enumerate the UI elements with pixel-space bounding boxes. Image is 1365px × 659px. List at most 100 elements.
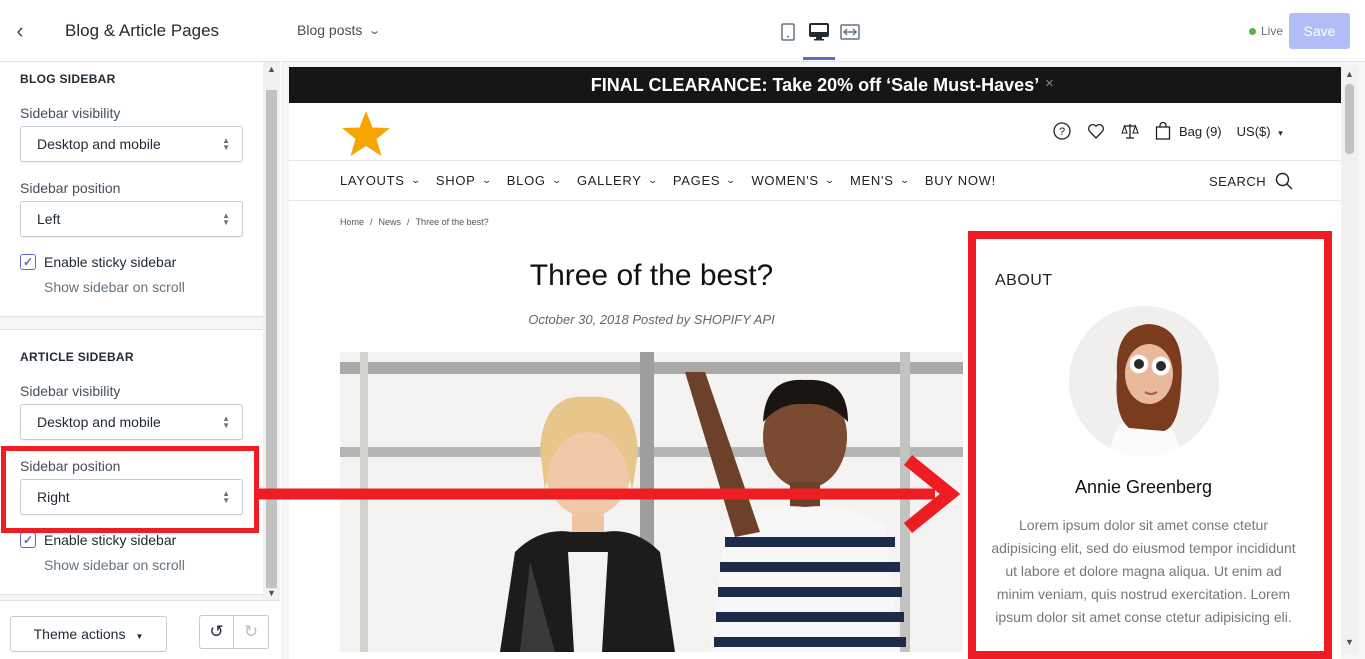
scroll-down-arrow-icon[interactable]: ▼ [1345,637,1354,647]
search-label: SEARCH [1209,173,1267,189]
article-sticky-checkbox[interactable]: ✓ Enable sticky sidebar [20,532,176,548]
fullscreen-view-button[interactable] [837,20,863,44]
breadcrumb-news[interactable]: News [379,217,402,227]
chevron-down-icon: ⌄ [551,175,563,185]
desktop-icon [809,23,829,41]
about-sidebar-highlight [968,231,1332,659]
chevron-down-icon: ⌄ [646,175,659,185]
scroll-up-arrow-icon[interactable]: ▲ [1345,69,1354,79]
search-button[interactable]: SEARCH [1209,172,1293,190]
page-select-label: Blog posts [297,22,363,38]
scroll-down-arrow-icon[interactable]: ▼ [267,588,276,598]
select-arrows-icon: ▲ ▼ [222,136,230,152]
active-device-indicator [803,57,835,60]
search-icon [1275,172,1293,190]
chevron-down-icon: ⌄ [824,175,836,185]
blog-sticky-checkbox[interactable]: ✓ Enable sticky sidebar [20,254,176,270]
breadcrumb-home[interactable]: Home [340,217,364,227]
checkmark-icon: ✓ [20,254,36,270]
post-meta: October 30, 2018 Posted by SHOPIFY API [528,312,775,327]
mobile-icon [781,23,795,41]
back-button[interactable]: ‹ [0,0,40,62]
theme-actions-label: Theme actions [33,626,126,642]
theme-actions-button[interactable]: Theme actions ▼ [10,616,167,652]
compare-scale-icon[interactable] [1121,122,1139,140]
shopping-bag-icon [1155,122,1171,140]
blog-position-value: Left [37,211,61,227]
help-circle-icon[interactable]: ? [1053,122,1071,140]
blog-position-select[interactable]: Left ▲ ▼ [20,201,243,237]
nav-item-label: LAYOUTS [340,173,405,188]
nav-item[interactable]: SHOP ⌄ [435,173,493,188]
section-divider [0,316,263,330]
chevron-down-icon: ⌄ [368,24,382,37]
nav-items: LAYOUTS ⌄ SHOP ⌄ BLOG ⌄ GALLERY ⌄ PAGES ⌄ WOMEN'S ⌄… [340,173,1012,188]
article-visibility-label: Sidebar visibility [20,383,121,399]
nav-item-label: SHOP [435,173,476,188]
theme-editor-sidebar: ‹ Blog & Article Pages BLOG SIDEBAR Side… [0,0,280,659]
post-title: Three of the best? [529,259,774,292]
chevron-down-icon: ⌄ [409,175,422,185]
blog-sticky-label: Enable sticky sidebar [44,254,177,270]
nav-item[interactable]: WOMEN'S ⌄ [751,173,834,188]
blog-visibility-select[interactable]: Desktop and mobile ▲ ▼ [20,126,243,162]
undo-redo-group: ↺ ↻ [199,615,269,649]
article-sidebar-heading: ARTICLE SIDEBAR [20,350,134,364]
nav-item[interactable]: BUY NOW! [925,173,996,188]
close-icon[interactable]: × [1045,75,1054,92]
article-sticky-help: Show sidebar on scroll [44,557,185,573]
currency-selector[interactable]: US($) ▾ [1237,124,1283,139]
checkmark-icon: ✓ [20,532,36,548]
editor-title: Blog & Article Pages [65,20,220,40]
preview-scrollbar-thumb[interactable] [1345,84,1354,154]
chevron-down-icon: ▾ [1278,127,1283,138]
undo-button[interactable]: ↺ [199,615,234,649]
star-logo[interactable] [339,109,393,159]
nav-item-label: BUY NOW! [924,173,996,188]
breadcrumb: Home / News / Three of the best? [340,217,489,227]
svg-text:?: ? [1059,126,1065,138]
blog-sticky-help: Show sidebar on scroll [44,279,185,295]
settings-scrollbar[interactable]: ▲ ▼ [263,62,280,600]
live-status-label: Live [1261,24,1284,38]
select-arrows-icon: ▲ ▼ [222,414,230,430]
preview-scrollbar[interactable]: ▲ ▼ [1341,67,1358,654]
heart-icon[interactable] [1087,122,1105,140]
page-select-dropdown[interactable]: Blog posts ⌄ [297,22,382,38]
article-visibility-value: Desktop and mobile [37,414,161,430]
scrollbar-thumb[interactable] [266,90,277,588]
blog-sidebar-heading: BLOG SIDEBAR [20,72,116,86]
fullscreen-icon [840,24,860,40]
nav-item-label: BLOG [506,173,546,188]
article-visibility-select[interactable]: Desktop and mobile ▲ ▼ [20,404,243,440]
announcement-bar: FINAL CLEARANCE: Take 20% off ‘Sale Must… [289,67,1341,103]
undo-icon: ↺ [209,622,224,641]
select-arrows-icon: ▲ ▼ [222,211,230,227]
nav-item-label: GALLERY [576,173,642,188]
desktop-view-button[interactable] [806,20,832,44]
editor-header: ‹ Blog & Article Pages [0,0,280,62]
mobile-view-button[interactable] [775,20,801,44]
nav-item[interactable]: LAYOUTS ⌄ [340,173,422,188]
announcement-text: FINAL CLEARANCE: Take 20% off ‘Sale Must… [590,74,1040,95]
main-navigation: LAYOUTS ⌄ SHOP ⌄ BLOG ⌄ GALLERY ⌄ PAGES ⌄ WOMEN'S ⌄… [289,160,1341,201]
redo-icon: ↻ [243,622,259,641]
sidebar-position-highlight [1,446,259,533]
blog-visibility-label: Sidebar visibility [20,105,121,121]
live-status: Live [1249,24,1283,38]
editor-topbar: Blog posts ⌄ Live Save [281,0,1365,62]
bag-button[interactable]: Bag (9) [1155,122,1222,140]
chevron-down-icon: ⌄ [725,175,738,185]
caret-down-icon: ▼ [135,631,144,641]
redo-button[interactable]: ↻ [234,615,269,649]
nav-item-label: WOMEN'S [751,173,819,188]
hero-photo [340,352,963,652]
chevron-down-icon: ⌄ [480,175,493,185]
scroll-up-arrow-icon[interactable]: ▲ [267,64,276,74]
nav-item[interactable]: PAGES ⌄ [673,173,736,188]
nav-item[interactable]: MEN'S ⌄ [850,173,909,188]
nav-item[interactable]: BLOG ⌄ [506,173,563,188]
breadcrumb-current: Three of the best? [415,217,489,227]
nav-item[interactable]: GALLERY ⌄ [576,173,659,188]
save-button[interactable]: Save [1289,13,1350,49]
